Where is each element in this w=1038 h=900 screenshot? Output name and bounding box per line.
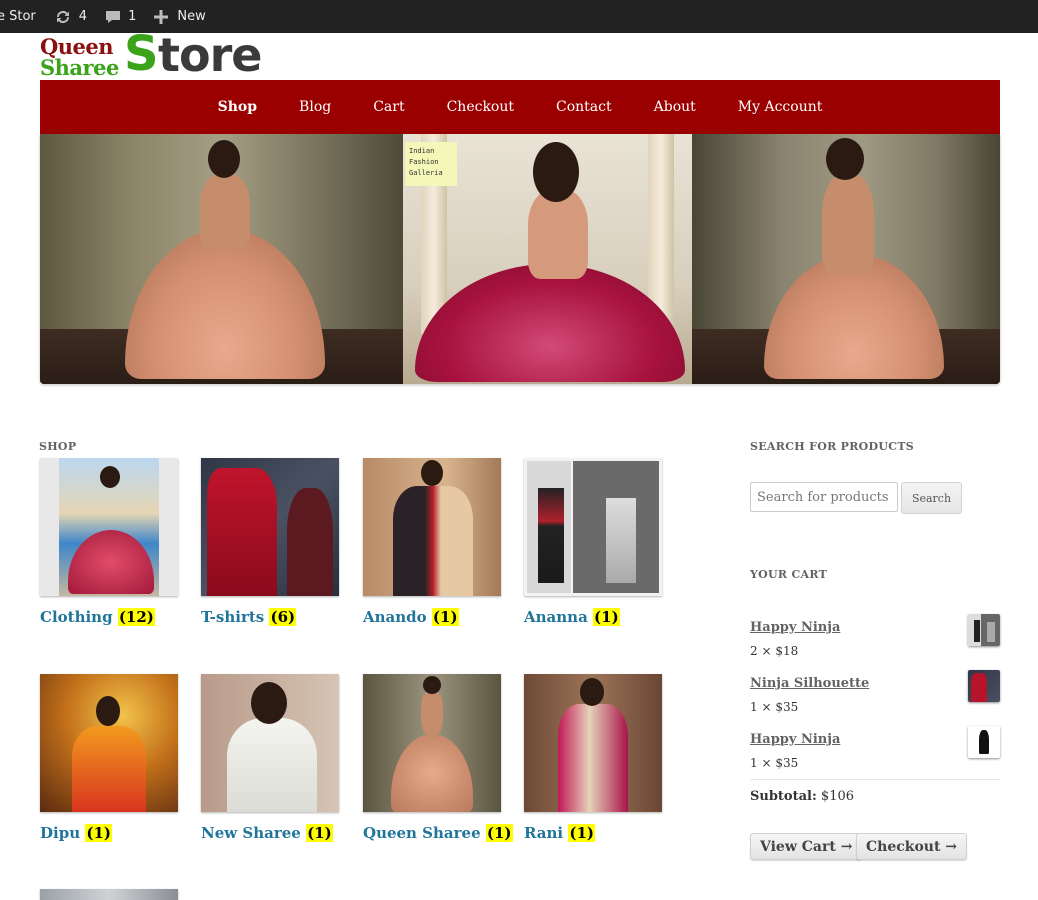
updates-icon [54,9,72,25]
cart-item: Happy Ninja 1 × $35 [750,726,1000,782]
subtotal-amount: $106 [820,789,855,804]
cart-item-title-link[interactable]: Happy Ninja [750,732,840,747]
cart-divider [750,779,1000,780]
category-ananna[interactable]: Ananna (1) [524,458,664,626]
logo-store-s: S [124,26,159,82]
checkout-button[interactable]: Checkout → [856,833,968,860]
category-thumbnail[interactable] [201,458,339,596]
updates-count: 4 [78,9,88,24]
category-name: Queen Sharee [363,824,481,842]
banner-image-left [40,134,403,384]
product-search-input[interactable] [750,482,898,512]
nav-my-account[interactable]: My Account [717,99,844,115]
category-t-shirts[interactable]: T-shirts (6) [201,458,341,626]
category-name: Ananna [524,608,588,626]
category-count-badge: (1) [85,824,112,842]
new-label: New [177,9,206,24]
nav-blog[interactable]: Blog [278,99,352,115]
cart-item-quantity: 2 × $18 [750,644,799,658]
cart-item-title-link[interactable]: Ninja Silhouette [750,676,869,691]
category-clothing[interactable]: Clothing (12) [40,458,180,626]
category-new-sharee[interactable]: New Sharee (1) [201,674,341,842]
admin-site-name-link[interactable]: e Stor [0,0,45,33]
category-thumbnail[interactable] [40,458,178,596]
site-name-label: e Stor [0,9,36,24]
category-count-badge: (12) [117,608,155,626]
nav-contact[interactable]: Contact [535,99,633,115]
category-anando[interactable]: Anando (1) [363,458,503,626]
category-count-badge: (1) [593,608,620,626]
category-dipu[interactable]: Dipu (1) [40,674,180,842]
cart-item-title-link[interactable]: Happy Ninja [750,620,840,635]
cart-item-thumbnail[interactable] [968,614,1000,646]
admin-updates-link[interactable]: 4 [45,0,96,33]
cart-item: Ninja Silhouette 1 × $35 [750,670,1000,726]
category-name: Clothing [40,608,113,626]
banner-image-right [692,134,1000,384]
category-count-badge: (1) [306,824,333,842]
hero-banner: Indian Fashion Galleria [40,134,1000,384]
main-navigation: Shop Blog Cart Checkout Contact About My… [40,80,1000,134]
category-count-badge: (6) [269,608,297,626]
site-logo[interactable]: Queen Sharee S tore [40,26,280,82]
search-widget-title: SEARCH FOR PRODUCTS [750,440,915,453]
category-thumbnail[interactable] [524,674,662,812]
banner-badge: Indian Fashion Galleria [405,142,457,186]
shop-heading: SHOP [39,440,77,453]
search-button[interactable]: Search [901,482,962,514]
category-name: Anando [363,608,427,626]
nav-cart[interactable]: Cart [352,99,425,115]
category-count-badge: (1) [485,824,513,842]
subtotal-label: Subtotal: [750,789,817,804]
view-cart-button[interactable]: View Cart → [750,833,863,860]
logo-sharee-text: Sharee [40,55,119,80]
nav-checkout[interactable]: Checkout [426,99,535,115]
plus-icon [154,9,169,24]
cart-subtotal: Subtotal: $106 [750,789,854,804]
category-name: New Sharee [201,824,301,842]
banner-image-center: Indian Fashion Galleria [403,134,692,384]
category-thumbnail-partial[interactable] [40,889,178,900]
category-count-badge: (1) [568,824,596,842]
cart-widget-title: YOUR CART [750,568,828,581]
category-name: Rani [524,824,564,842]
category-name: T-shirts [201,608,265,626]
category-thumbnail[interactable] [363,674,501,812]
nav-about[interactable]: About [633,99,717,115]
cart-item-quantity: 1 × $35 [750,700,799,714]
category-name: Dipu [40,824,81,842]
cart-item: Happy Ninja 2 × $18 [750,614,1000,670]
comment-icon [105,9,121,25]
cart-item-thumbnail[interactable] [968,726,1000,758]
category-rani[interactable]: Rani (1) [524,674,664,842]
cart-item-thumbnail[interactable] [968,670,1000,702]
category-count-badge: (1) [431,608,459,626]
cart-item-quantity: 1 × $35 [750,756,799,770]
category-queen-sharee[interactable]: Queen Sharee (1) [363,674,513,842]
category-thumbnail[interactable] [363,458,501,596]
nav-shop[interactable]: Shop [197,99,278,115]
category-thumbnail[interactable] [524,458,662,596]
logo-store-text: tore [158,28,262,82]
comments-count: 1 [128,9,137,24]
category-thumbnail[interactable] [201,674,339,812]
category-thumbnail[interactable] [40,674,178,812]
